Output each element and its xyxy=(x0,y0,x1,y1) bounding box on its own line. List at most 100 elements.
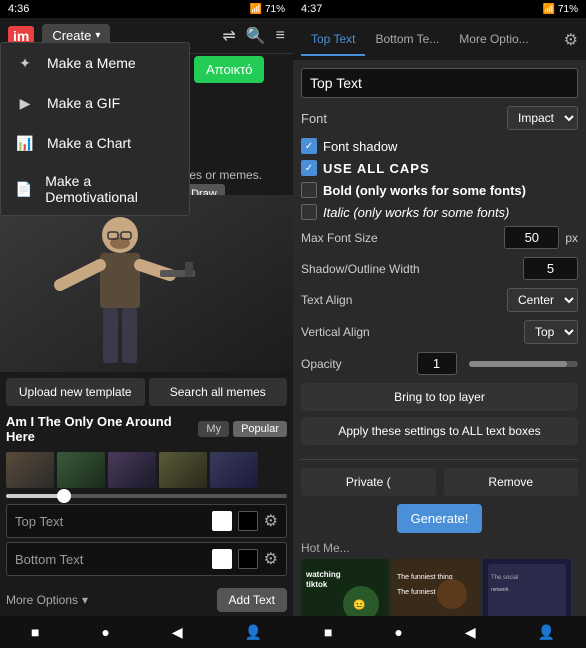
popular-button[interactable]: Popular xyxy=(233,421,287,437)
right-panel: 4:37 📶 71% Top Text Bottom Te... More Op… xyxy=(293,0,586,648)
add-text-button[interactable]: Add Text xyxy=(217,588,287,612)
top-text-bg-color[interactable] xyxy=(238,511,258,531)
bold-label: Bold (only works for some fonts) xyxy=(323,183,526,198)
font-shadow-label: Font shadow xyxy=(323,139,397,154)
right-nav-back[interactable]: ◀ xyxy=(465,624,476,641)
bold-checkbox[interactable] xyxy=(301,182,317,198)
more-options-row: More Options ▾ Add Text xyxy=(0,584,293,616)
make-a-demotivational-item[interactable]: 📄 Make a Demotivational xyxy=(1,163,189,215)
top-text-input[interactable] xyxy=(301,68,578,98)
left-status-bar: 4:36 📶 71% xyxy=(0,0,293,18)
avoidance-button[interactable]: Αποικτό xyxy=(194,56,264,83)
right-nav-square[interactable]: ■ xyxy=(324,624,332,640)
font-select[interactable]: Impact xyxy=(507,106,578,130)
left-status-icons: 📶 71% xyxy=(250,4,285,15)
tab-bottom-text[interactable]: Bottom Te... xyxy=(365,24,449,56)
make-a-gif-item[interactable]: ▶ Make a GIF xyxy=(1,83,189,123)
right-nav-person[interactable]: 👤 xyxy=(538,624,555,641)
top-text-label: Top Text xyxy=(15,514,212,529)
apply-all-button[interactable]: Apply these settings to ALL text boxes xyxy=(301,417,578,445)
shadow-outline-input[interactable] xyxy=(523,257,578,280)
hot-meme-thumb-1[interactable]: watching tiktok 😐 xyxy=(301,559,389,616)
make-demo-label: Make a Demotivational xyxy=(45,173,175,205)
max-font-size-row: Max Font Size px xyxy=(301,226,578,249)
opacity-label: Opacity xyxy=(301,357,411,371)
bold-row: Bold (only works for some fonts) xyxy=(301,182,578,198)
top-text-color[interactable] xyxy=(212,511,232,531)
tab-more-options[interactable]: More Optio... xyxy=(449,24,538,56)
search-memes-button[interactable]: Search all memes xyxy=(149,378,288,406)
opacity-row: Opacity xyxy=(301,352,578,375)
meme-image-area xyxy=(0,195,293,390)
remove-button[interactable]: Remove xyxy=(444,468,579,496)
vertical-align-select[interactable]: Top xyxy=(524,320,578,344)
opacity-slider[interactable] xyxy=(469,361,579,367)
thumbnail-3[interactable] xyxy=(108,452,156,488)
tab-top-text[interactable]: Top Text xyxy=(301,24,365,56)
svg-text:😐: 😐 xyxy=(353,599,365,611)
private-remove-row: Private ( Remove xyxy=(301,468,578,496)
thumbnail-1[interactable] xyxy=(6,452,54,488)
menu-icon[interactable]: ≡ xyxy=(276,27,285,45)
bring-to-top-button[interactable]: Bring to top layer xyxy=(301,383,578,411)
my-button[interactable]: My xyxy=(198,421,229,437)
make-gif-label: Make a GIF xyxy=(47,95,120,111)
use-all-caps-label: USE ALL CAPS xyxy=(323,161,430,176)
my-popular-row: My Popular xyxy=(198,421,287,437)
svg-text:The social: The social xyxy=(491,575,518,581)
right-content-area: Αποικτό xyxy=(188,50,293,89)
vertical-align-label: Vertical Align xyxy=(301,325,518,339)
italic-checkbox[interactable] xyxy=(301,204,317,220)
right-nav-bar: ■ ● ◀ 👤 xyxy=(293,616,586,648)
right-network-icon: 📶 71% xyxy=(543,4,578,15)
make-meme-label: Make a Meme xyxy=(47,55,136,71)
text-align-row: Text Align Center xyxy=(301,288,578,312)
left-panel: 4:36 📶 71% im Create ▾ ⇌ 🔍 ≡ ✦ Make a Me… xyxy=(0,0,293,648)
font-shadow-checkbox[interactable]: ✓ xyxy=(301,138,317,154)
font-row: Font Impact xyxy=(301,106,578,130)
bottom-text-bg-color[interactable] xyxy=(238,549,258,569)
text-align-label: Text Align xyxy=(301,293,501,307)
make-a-chart-item[interactable]: 📊 Make a Chart xyxy=(1,123,189,163)
create-dropdown-menu: ✦ Make a Meme ▶ Make a GIF 📊 Make a Char… xyxy=(0,42,190,216)
demo-icon: 📄 xyxy=(15,179,33,199)
chart-icon: 📊 xyxy=(15,133,35,153)
right-status-icons: 📶 71% xyxy=(543,4,578,15)
left-nav-square[interactable]: ■ xyxy=(31,624,39,640)
text-align-select[interactable]: Center xyxy=(507,288,578,312)
thumbnail-4[interactable] xyxy=(159,452,207,488)
svg-text:tiktok: tiktok xyxy=(306,580,328,589)
right-time: 4:37 xyxy=(301,3,322,15)
left-nav-circle[interactable]: ● xyxy=(101,624,109,640)
svg-text:network: network xyxy=(491,587,509,593)
thumbnail-5[interactable] xyxy=(210,452,258,488)
right-settings-button[interactable]: ⚙ xyxy=(564,30,578,50)
generate-button[interactable]: Generate! xyxy=(397,504,483,533)
opacity-input[interactable] xyxy=(417,352,457,375)
left-nav-person[interactable]: 👤 xyxy=(245,624,262,641)
bottom-text-color[interactable] xyxy=(212,549,232,569)
top-text-settings-button[interactable]: ⚙ xyxy=(264,511,278,531)
use-all-caps-checkbox[interactable]: ✓ xyxy=(301,160,317,176)
left-nav-back[interactable]: ◀ xyxy=(172,624,183,641)
text-input-section: Top Text ⚙ Bottom Text ⚙ xyxy=(0,500,293,584)
max-font-size-input[interactable] xyxy=(504,226,559,249)
gif-icon: ▶ xyxy=(15,93,35,113)
create-dropdown-arrow: ▾ xyxy=(95,30,100,41)
italic-label: Italic (only works for some fonts) xyxy=(323,205,509,220)
more-options-button[interactable]: More Options ▾ xyxy=(6,593,88,607)
shuffle-icon[interactable]: ⇌ xyxy=(222,26,235,46)
thumbnail-2[interactable] xyxy=(57,452,105,488)
meme-slider[interactable] xyxy=(6,494,287,498)
private-button[interactable]: Private ( xyxy=(301,468,436,496)
make-a-meme-item[interactable]: ✦ Make a Meme xyxy=(1,43,189,83)
search-icon[interactable]: 🔍 xyxy=(246,26,266,46)
font-shadow-row: ✓ Font shadow xyxy=(301,138,578,154)
upload-template-button[interactable]: Upload new template xyxy=(6,378,145,406)
bottom-text-settings-button[interactable]: ⚙ xyxy=(264,549,278,569)
hot-meme-thumb-2[interactable]: The funniest thing The funniest of xyxy=(392,559,480,616)
hot-memes-section: Hot Me... watching tiktok 😐 xyxy=(301,541,578,616)
svg-text:watching: watching xyxy=(305,570,341,579)
hot-meme-thumb-3[interactable]: The social network xyxy=(483,559,571,616)
right-nav-circle[interactable]: ● xyxy=(394,624,402,640)
